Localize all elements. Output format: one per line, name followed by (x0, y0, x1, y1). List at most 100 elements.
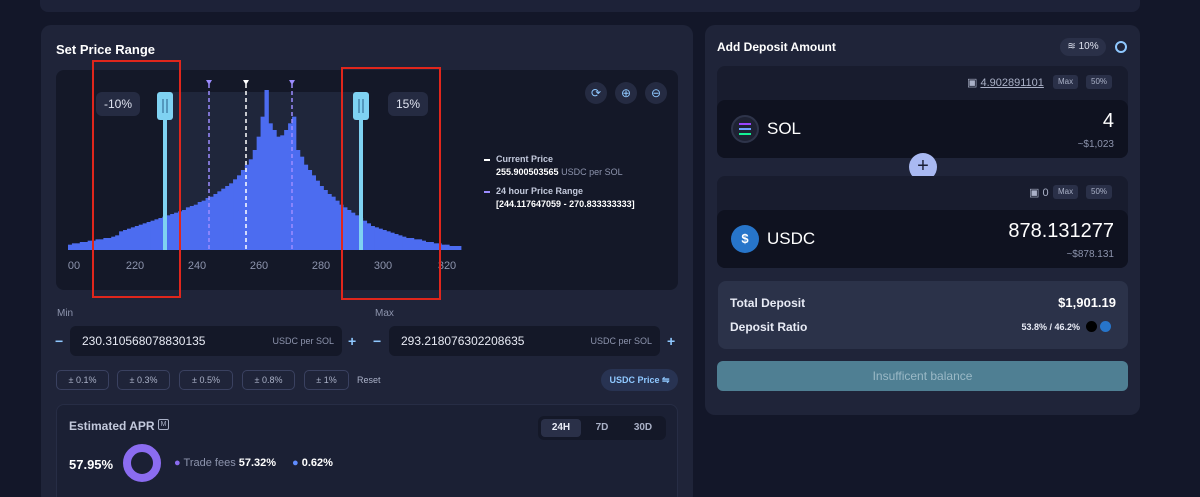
sol-usd-value: ~$1,023 (1077, 139, 1114, 150)
histogram-bar (225, 186, 230, 250)
sol-token-icon (731, 115, 759, 143)
histogram-bar (248, 159, 254, 250)
sol-half-button[interactable]: 50% (1086, 75, 1113, 89)
rewards-dot: ● (292, 457, 299, 469)
sol-logo-stripes (739, 123, 751, 125)
tick-label: 240 (187, 260, 207, 272)
min-decrement-button[interactable]: − (55, 333, 63, 349)
current-price-value: 255.900503565 (496, 167, 559, 177)
tick-label: 00 (67, 260, 81, 272)
lower-range-highlight (92, 60, 181, 298)
min-price-input[interactable]: 230.310568078830135 USDC per SOL (70, 326, 342, 356)
preset-button[interactable]: ± 0.8% (242, 370, 295, 390)
max-price-unit: USDC per SOL (590, 336, 652, 346)
histogram-bar (75, 243, 81, 250)
histogram-bar (315, 180, 320, 250)
slippage-value: 10% (1078, 41, 1099, 52)
wallet-icon: ▣ (967, 77, 978, 89)
usdc-amount-input[interactable]: 878.131277 (1008, 220, 1114, 243)
apr-title: Estimated APR (69, 419, 155, 433)
preset-button[interactable]: ± 0.3% (117, 370, 170, 390)
histogram-bar (233, 179, 238, 250)
histogram-bar (445, 244, 450, 250)
histogram-bar (276, 136, 281, 250)
preset-button[interactable]: ± 1% (304, 370, 349, 390)
usdc-mini-icon (1100, 321, 1111, 332)
histogram-bar (197, 202, 203, 250)
rewards-value: 0.62% (301, 457, 333, 469)
zoom-out-icon[interactable]: ⊖ (645, 82, 667, 104)
sol-max-button[interactable]: Max (1053, 75, 1079, 89)
period-7d[interactable]: 7D (583, 419, 621, 437)
top-bar (40, 0, 1140, 12)
apr-info-icon[interactable]: M (158, 419, 169, 430)
period-selector: 24H 7D 30D (538, 416, 666, 440)
histogram-bar (181, 210, 187, 250)
max-increment-button[interactable]: + (667, 333, 675, 349)
preset-button[interactable]: ± 0.5% (179, 370, 233, 390)
histogram-bar (327, 194, 332, 250)
range-high-line-marker (289, 80, 295, 85)
deposit-summary: Total Deposit $1,901.19 Deposit Ratio 53… (718, 281, 1128, 349)
deposit-title: Add Deposit Amount (717, 40, 836, 54)
histogram-bar (295, 150, 301, 250)
current-price-unit: USDC per SOL (561, 167, 623, 177)
histogram-bar (79, 242, 85, 250)
histogram-bar (284, 130, 289, 250)
histogram-bar (280, 135, 285, 250)
period-30d[interactable]: 30D (623, 419, 663, 437)
histogram-bar (311, 175, 316, 250)
slippage-button[interactable]: ≋ 10% (1060, 38, 1106, 56)
histogram-bar (83, 242, 89, 250)
histogram-bar (193, 204, 199, 250)
refresh-icon[interactable]: ⟳ (585, 82, 607, 104)
sol-mini-icon (1086, 321, 1097, 332)
trade-fees-label: Trade fees (183, 457, 236, 469)
histogram-bar (229, 183, 234, 250)
trade-fees-value: 57.32% (238, 457, 277, 469)
zoom-in-icon[interactable]: ⊕ (615, 82, 637, 104)
max-label: Max (375, 308, 394, 319)
max-price-value: 293.218076302208635 (401, 334, 525, 348)
usdc-symbol[interactable]: USDC (767, 229, 815, 249)
histogram-bar (323, 190, 328, 250)
min-label: Min (57, 308, 74, 319)
sol-symbol[interactable]: SOL (767, 119, 801, 139)
refresh-timer-icon[interactable] (1115, 41, 1127, 53)
histogram-bar (268, 123, 273, 250)
usdc-half-button[interactable]: 50% (1086, 185, 1113, 199)
reset-button[interactable]: Reset (357, 375, 381, 385)
total-deposit-value: $1,901.19 (1058, 295, 1116, 310)
period-24h[interactable]: 24H (541, 419, 581, 437)
histogram-bar (217, 191, 222, 250)
max-price-input[interactable]: 293.218076302208635 USDC per SOL (389, 326, 660, 356)
usdc-balance: ▣ 0 (1029, 186, 1049, 199)
usdc-balance-value[interactable]: 0 (1042, 187, 1048, 199)
sol-balance-value[interactable]: 4.902891101 (980, 77, 1043, 89)
histogram-bar (213, 194, 218, 250)
preset-button[interactable]: ± 0.1% (56, 370, 109, 390)
range-24h-value: [244.117647059 - 270.833333333] (496, 199, 635, 209)
histogram-bar (457, 246, 462, 250)
histogram-bar (221, 188, 226, 250)
rewards-item: ● 0.62% (292, 457, 333, 469)
tick-label: 260 (249, 260, 269, 272)
usdc-token-icon: $ (731, 225, 759, 253)
range-24h-label: 24 hour Price Range (496, 186, 584, 196)
apr-donut (123, 444, 161, 482)
histogram-bar (307, 170, 313, 250)
upper-range-highlight (341, 67, 441, 300)
insufficient-balance-button[interactable]: Insufficent balance (717, 361, 1128, 391)
wallet-icon: ▣ (1029, 187, 1040, 199)
usdc-max-button[interactable]: Max (1053, 185, 1079, 199)
min-increment-button[interactable]: + (348, 333, 356, 349)
deposit-ratio-label: Deposit Ratio (730, 320, 808, 334)
histogram-bar (453, 246, 458, 250)
histogram-bar (331, 196, 336, 250)
histogram-bar (209, 196, 214, 250)
min-price-unit: USDC per SOL (272, 336, 334, 346)
histogram-bar (319, 186, 324, 250)
usdc-price-toggle[interactable]: USDC Price ⇋ (601, 369, 678, 391)
sol-amount-input[interactable]: 4 (1103, 110, 1114, 133)
max-decrement-button[interactable]: − (373, 333, 381, 349)
